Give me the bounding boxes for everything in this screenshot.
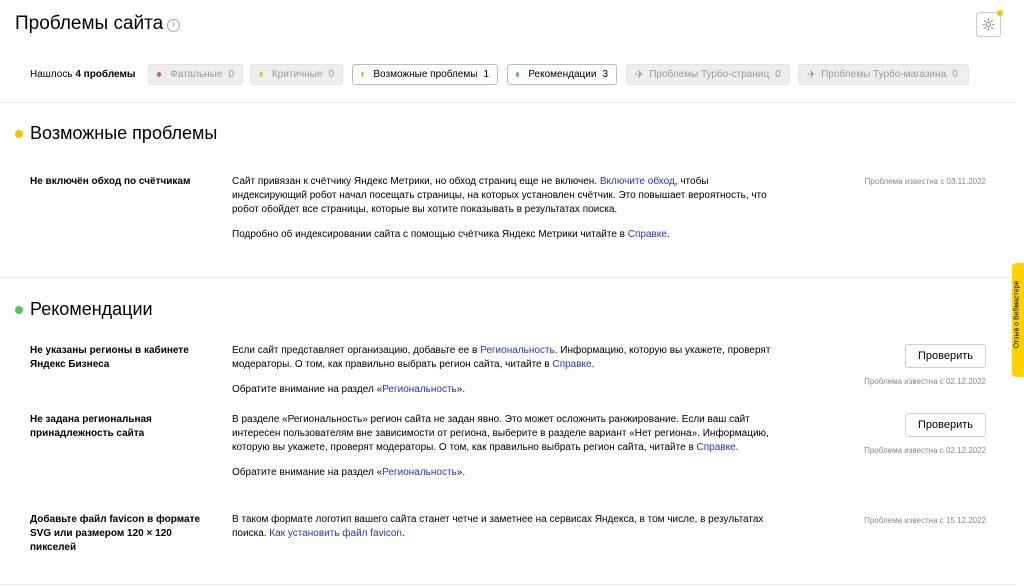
recommendation-date: Проблема известна с 02.12.2022 — [864, 446, 986, 455]
problem-description: Сайт привязан к счётчику Яндекс Метрики,… — [232, 176, 767, 240]
divider — [0, 102, 1016, 103]
filter-recommendations[interactable]: Рекомендации 3 — [507, 64, 617, 85]
filter-turbo-shop[interactable]: ✈ Проблемы Турбо-магазина 0 — [798, 64, 969, 85]
regionality-link[interactable]: Региональность — [382, 467, 457, 478]
critical-dot — [259, 72, 263, 77]
recommendation-date: Проблема известна с 02.12.2022 — [864, 377, 986, 386]
rocket-icon: ✈ — [635, 69, 645, 81]
feedback-tab[interactable]: Отзыв о Вебмастере — [1012, 263, 1024, 377]
section-recommendations-title: Рекомендации — [15, 299, 153, 320]
regionality-link[interactable]: Региональность — [382, 384, 457, 395]
filter-possible-problems[interactable]: Возможные проблемы 1 — [352, 64, 498, 85]
gear-icon — [982, 18, 995, 31]
filter-bar: Нашлось 4 проблемы Фатальные 0 Критичные 0… — [0, 64, 1016, 86]
check-button[interactable]: Проверить — [905, 344, 986, 368]
found-count: 4 проблемы — [75, 69, 136, 80]
recommendation-date: Проблема известна с 15.12.2022 — [864, 516, 986, 525]
section-possible-problems-title: Возможные проблемы — [15, 123, 217, 144]
possible-dot — [361, 72, 365, 77]
problem-title: Не включён обход по счётчикам — [30, 176, 191, 187]
recommendation-title: Не указаны регионы в кабинете Яндекс Биз… — [30, 345, 189, 370]
help-link[interactable]: Справке — [628, 229, 667, 240]
regionality-link[interactable]: Региональность — [480, 345, 555, 356]
settings-button[interactable] — [976, 10, 1003, 37]
check-button[interactable]: Проверить — [905, 413, 986, 437]
recommendations-section-dot — [15, 305, 23, 314]
fatal-dot — [157, 72, 162, 77]
info-icon[interactable]: i — [167, 19, 181, 32]
page-title-text: Проблемы сайта — [15, 13, 164, 34]
problem-date: Проблема известна с 03.11.2022 — [864, 177, 986, 186]
help-link[interactable]: Справке — [697, 442, 736, 453]
notification-dot — [997, 10, 1003, 16]
recommendation-description: В разделе «Региональность» регион сайта … — [232, 414, 769, 478]
recommendation-title: Добавьте файл favicon в формате SVG или … — [30, 514, 201, 553]
rocket-icon: ✈ — [807, 69, 817, 81]
divider — [0, 584, 1016, 585]
feedback-label: Отзыв о Вебмастере — [1013, 280, 1021, 349]
help-link[interactable]: Справке — [552, 359, 591, 370]
recommendations-dot — [516, 72, 520, 77]
possible-section-dot — [15, 129, 23, 138]
recommendation-title: Не задана региональная принадлежность са… — [30, 414, 152, 439]
enable-crawl-link[interactable]: Включите обход — [600, 176, 675, 187]
filter-fatal[interactable]: Фатальные 0 — [148, 64, 243, 85]
filter-turbo-pages[interactable]: ✈ Проблемы Турбо-страниц 0 — [626, 64, 790, 85]
divider — [0, 277, 1016, 278]
filter-critical[interactable]: Критичные 0 — [250, 64, 343, 85]
page-title: Проблемы сайта i — [15, 13, 181, 35]
recommendation-description: В таком формате логотип вашего сайта ста… — [232, 514, 764, 539]
recommendation-description: Если сайт представляет организацию, доба… — [232, 345, 771, 395]
found-summary: Нашлось 4 проблемы — [30, 69, 136, 80]
favicon-howto-link[interactable]: Как установить файл favicon — [269, 528, 402, 539]
